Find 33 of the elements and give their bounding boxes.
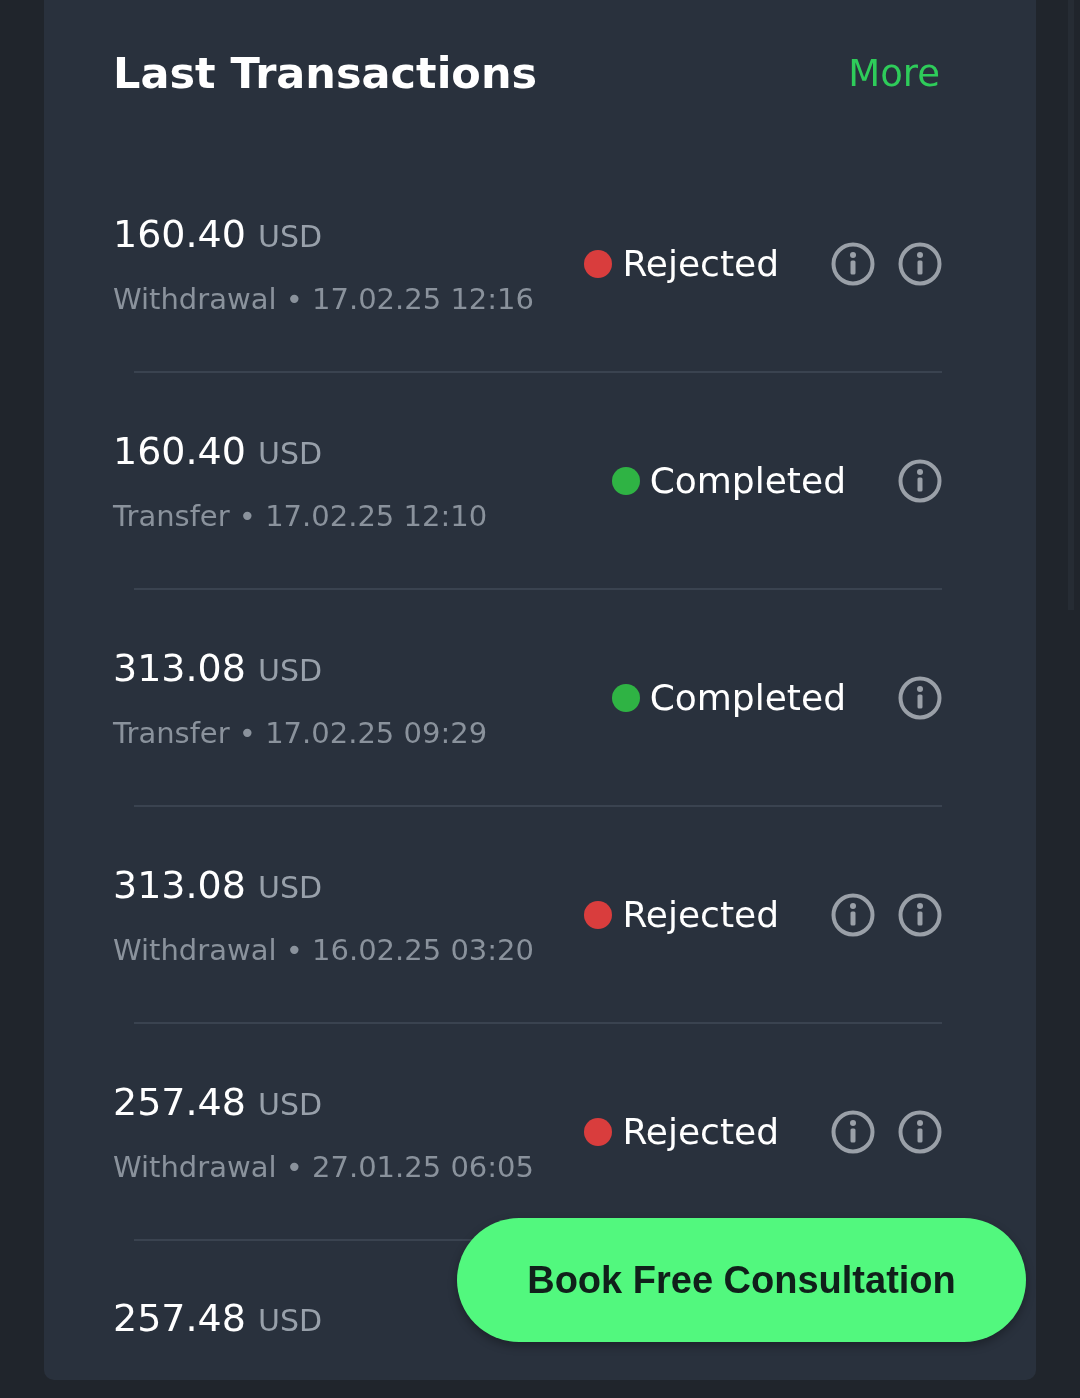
info-icon[interactable] [831, 892, 875, 937]
amount: 160.40 [113, 428, 246, 473]
book-consultation-button[interactable]: Book Free Consultation [457, 1218, 1026, 1342]
transaction-meta: Withdrawal • 27.01.25 06:05 [113, 1149, 534, 1184]
info-icon[interactable] [831, 241, 875, 286]
transaction-meta: Transfer • 17.02.25 09:29 [113, 715, 488, 750]
transaction-meta: Transfer • 17.02.25 12:10 [113, 498, 488, 533]
amount: 313.08 [113, 645, 246, 690]
amount: 257.48 [113, 1079, 246, 1124]
currency: USD [257, 218, 323, 254]
amount: 257.48 [113, 1296, 246, 1340]
currency: USD [257, 652, 323, 688]
currency: USD [257, 1086, 323, 1122]
transaction-meta: Withdrawal • 17.02.25 12:16 [113, 281, 534, 316]
currency: USD [257, 869, 323, 905]
status-label: Rejected [622, 243, 779, 284]
info-icon[interactable] [898, 241, 942, 286]
transaction-meta: Withdrawal • 16.02.25 03:20 [113, 932, 534, 967]
section-title: Last Transactions [113, 48, 538, 98]
status-label: Completed [649, 677, 846, 718]
status-label: Completed [649, 460, 846, 501]
info-icon[interactable] [898, 675, 942, 720]
info-icon[interactable] [898, 1109, 942, 1154]
info-icon[interactable] [831, 1109, 875, 1154]
status-label: Rejected [622, 1111, 779, 1152]
info-icon[interactable] [898, 892, 942, 937]
more-link[interactable]: More [848, 51, 942, 95]
amount: 313.08 [113, 862, 246, 907]
currency: USD [257, 1303, 323, 1338]
info-icon[interactable] [898, 458, 942, 503]
status-label: Rejected [622, 894, 779, 935]
amount: 160.40 [113, 211, 246, 256]
currency: USD [257, 435, 323, 471]
